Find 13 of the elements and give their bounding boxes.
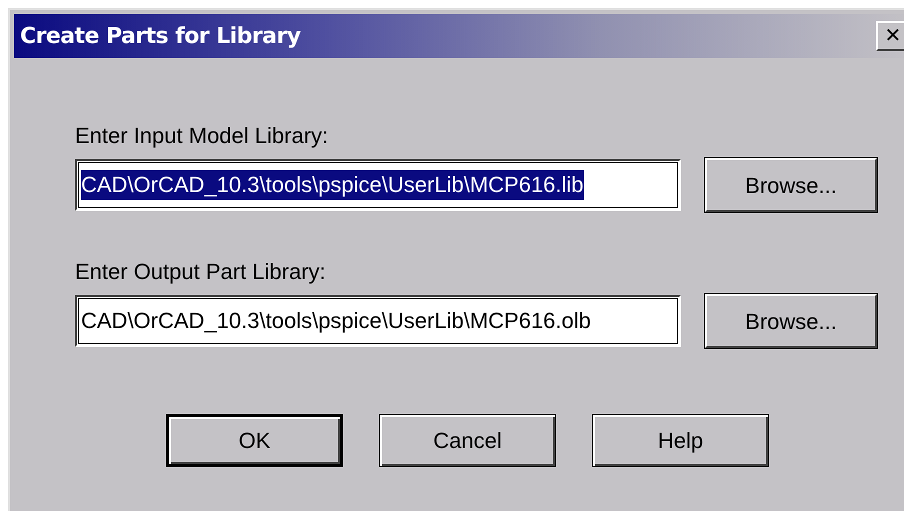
path-text: CAD\OrCAD_10.3\tools\pspice\UserLib\MCP616.olb — [81, 307, 591, 335]
window-title: Create Parts for Library — [19, 22, 301, 50]
dialog-button[interactable]: Cancel — [379, 414, 556, 467]
dialog-button[interactable]: OK — [166, 414, 343, 467]
path-field[interactable]: CAD\OrCAD_10.3\tools\pspice\UserLib\MCP616.olb — [75, 295, 681, 347]
path-text: CAD\OrCAD_10.3\tools\pspice\UserLib\MCP616.lib — [81, 170, 584, 200]
close-button[interactable]: ✕ — [876, 21, 904, 51]
browse-button[interactable]: Browse... — [705, 158, 877, 212]
path-field[interactable]: CAD\OrCAD_10.3\tools\pspice\UserLib\MCP616.lib — [75, 159, 681, 211]
field-label: Enter Output Part Library: — [75, 258, 327, 286]
browse-button[interactable]: Browse... — [705, 294, 877, 348]
field-label: Enter Input Model Library: — [75, 122, 330, 150]
dialog-button[interactable]: Help — [592, 414, 769, 467]
